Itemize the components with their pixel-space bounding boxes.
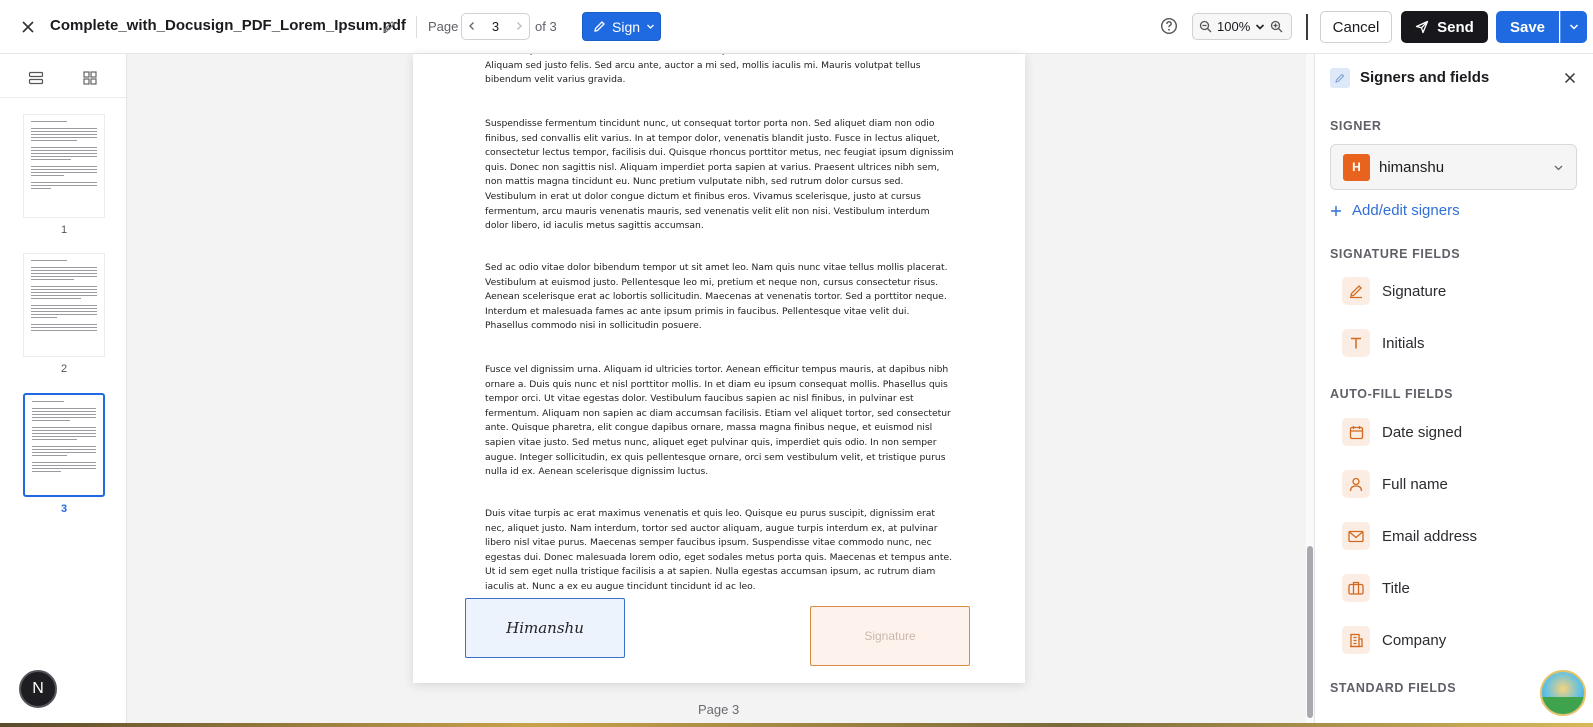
panel-icon (1330, 68, 1350, 88)
paragraph: Fusce vel dignissim urna. Aliquam id ult… (485, 364, 951, 478)
zoom-level-select[interactable]: 100% (1217, 19, 1250, 34)
chevron-down-icon (1554, 165, 1563, 170)
paragraph: Pellentesque sed finibus massa. Nullam d… (485, 54, 926, 86)
signer-select[interactable]: H himanshu (1330, 144, 1577, 190)
page-caption: Page 3 (698, 702, 740, 717)
paragraph: Suspendisse fermentum tincidunt nunc, ut… (485, 118, 954, 232)
zoom-out-icon[interactable] (1199, 20, 1212, 33)
user-avatar[interactable]: N (19, 670, 57, 708)
edit-filename-icon[interactable] (381, 19, 397, 35)
envelope-icon (1342, 522, 1370, 550)
save-options-button[interactable] (1560, 11, 1587, 43)
field-initials[interactable]: Initials (1342, 329, 1425, 357)
thumbnail-label: 1 (60, 224, 68, 236)
grid-view-icon[interactable] (76, 66, 104, 90)
plus-icon (1331, 205, 1341, 216)
page-thumbnail-3[interactable] (23, 393, 105, 497)
toolbar-divider (1306, 14, 1308, 40)
pen-icon (1342, 277, 1370, 305)
pen-icon (594, 21, 605, 32)
section-heading: SIGNER (1330, 119, 1382, 133)
thumbnail-label: 2 (60, 363, 68, 375)
signature-field-empty[interactable]: Signature (810, 606, 970, 666)
chevron-down-icon (647, 24, 654, 29)
save-button[interactable]: Save (1496, 11, 1559, 43)
paragraph: Sed ac odio vitae dolor bibendum tempor … (485, 262, 948, 332)
add-signers-label: Add/edit signers (1352, 202, 1460, 219)
scrollbar-thumb[interactable] (1307, 546, 1313, 718)
section-heading: STANDARD FIELDS (1330, 681, 1457, 695)
field-company[interactable]: Company (1342, 626, 1446, 654)
paper-plane-icon (1416, 20, 1429, 34)
section-heading: AUTO-FILL FIELDS (1330, 387, 1454, 401)
field-signature[interactable]: Signature (1342, 277, 1446, 305)
text-t-icon (1342, 329, 1370, 357)
list-view-icon[interactable] (22, 66, 50, 90)
prev-page-icon[interactable] (467, 18, 477, 36)
current-page-input[interactable]: 3 (492, 19, 499, 34)
close-icon[interactable] (16, 15, 40, 39)
toolbar-divider (416, 16, 417, 38)
divider (0, 97, 126, 98)
briefcase-icon (1342, 574, 1370, 602)
cancel-button[interactable]: Cancel (1320, 11, 1392, 43)
field-label: Title (1382, 579, 1410, 597)
field-label: Signature (1382, 282, 1447, 300)
send-label: Send (1437, 18, 1474, 36)
field-label: Email address (1382, 527, 1478, 545)
page-navigator: 3 (461, 13, 530, 40)
section-heading: SIGNATURE FIELDS (1330, 247, 1461, 261)
building-icon (1342, 626, 1370, 654)
person-icon (1342, 470, 1370, 498)
field-label: Date signed (1382, 423, 1463, 441)
help-icon[interactable] (1160, 17, 1180, 37)
field-email-address[interactable]: Email address (1342, 522, 1477, 550)
document-filename: Complete_with_Docusign_PDF_Lorem_Ipsum.p… (50, 17, 406, 34)
page-thumbnail-2[interactable] (23, 253, 105, 357)
field-label: Full name (1382, 475, 1448, 493)
thumbnail-sidebar: 1 2 3 (0, 54, 127, 727)
page-thumbnail-1[interactable] (23, 114, 105, 218)
add-edit-signers-link[interactable]: Add/edit signers (1330, 202, 1460, 219)
page-total: of 3 (535, 19, 557, 34)
next-page-icon[interactable] (514, 18, 524, 36)
document-page: Pellentesque sed finibus massa. Nullam d… (413, 54, 1025, 683)
signature-field-filled[interactable]: Himanshu (465, 598, 625, 658)
field-label: Initials (1382, 334, 1425, 352)
signers-fields-panel: Signers and fields SIGNER H himanshu Add… (1314, 54, 1593, 727)
avatar-graphic (1542, 697, 1584, 714)
field-full-name[interactable]: Full name (1342, 470, 1448, 498)
sign-label: Sign (612, 18, 641, 35)
page-label: Page (428, 19, 459, 34)
thumbnail-label: 3 (60, 503, 68, 515)
zoom-control: 100% (1192, 13, 1292, 40)
field-title[interactable]: Title (1342, 574, 1410, 602)
sign-dropdown-button[interactable]: Sign (582, 12, 661, 41)
assistant-avatar[interactable] (1540, 670, 1586, 716)
signer-avatar: H (1343, 153, 1370, 181)
field-date-signed[interactable]: Date signed (1342, 418, 1462, 446)
chevron-down-icon (1569, 24, 1579, 30)
close-icon[interactable] (1560, 68, 1580, 88)
top-toolbar: Complete_with_Docusign_PDF_Lorem_Ipsum.p… (0, 0, 1593, 54)
calendar-icon (1342, 418, 1370, 446)
bottom-edge-strip (0, 723, 1593, 727)
field-label: Company (1382, 631, 1447, 649)
send-button[interactable]: Send (1401, 11, 1488, 43)
panel-title: Signers and fields (1360, 69, 1490, 86)
chevron-down-icon[interactable] (1255, 22, 1265, 32)
paragraph: Duis vitae turpis ac erat maximus venena… (485, 508, 953, 592)
zoom-in-icon[interactable] (1270, 20, 1283, 33)
signer-name: himanshu (1379, 158, 1445, 176)
